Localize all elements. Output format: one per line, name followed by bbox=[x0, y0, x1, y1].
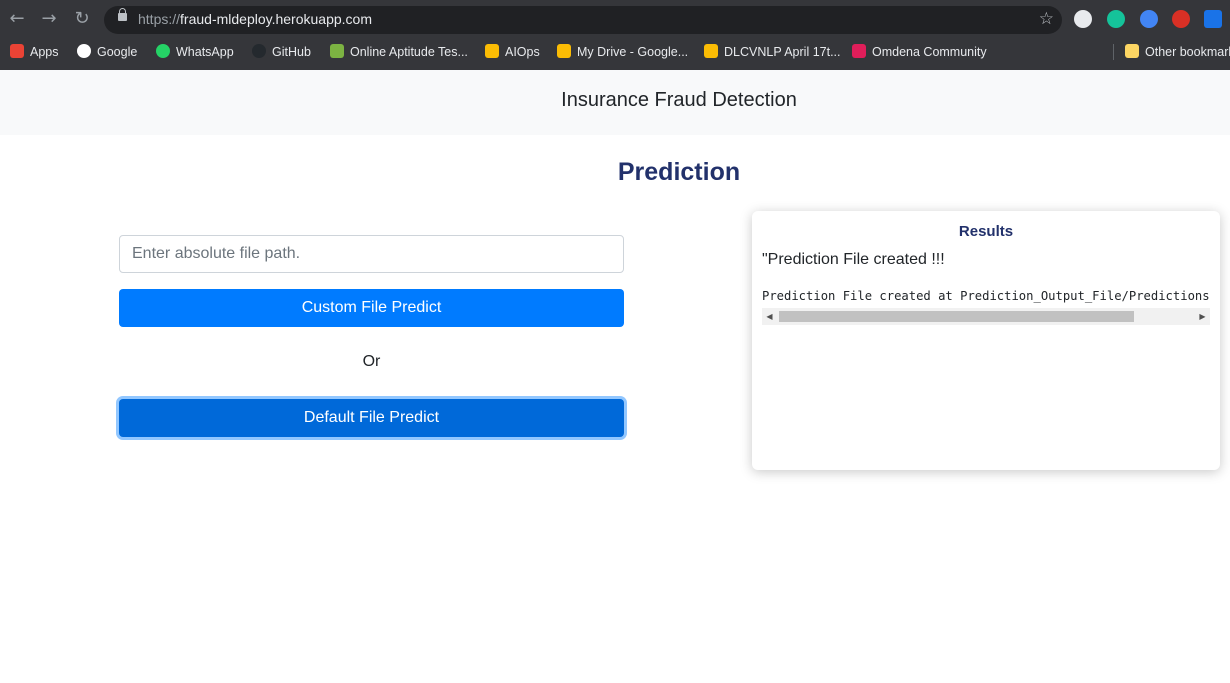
google-icon bbox=[77, 44, 91, 58]
extension-record-icon[interactable] bbox=[1172, 10, 1190, 28]
bookmark-star-icon[interactable]: ☆ bbox=[1039, 9, 1054, 29]
github-icon bbox=[252, 44, 266, 58]
bookmark-dlcvnlp[interactable]: DLCVNLP April 17t... bbox=[704, 44, 841, 59]
results-message: "Prediction File created !!! bbox=[762, 251, 945, 268]
bookmark-github[interactable]: GitHub bbox=[252, 44, 311, 59]
navbar-title: Insurance Fraud Detection bbox=[561, 89, 797, 111]
bookmark-whatsapp[interactable]: WhatsApp bbox=[156, 44, 234, 59]
google-drive-icon bbox=[704, 44, 718, 58]
leaf-icon bbox=[330, 44, 344, 58]
bookmark-separator bbox=[1113, 44, 1114, 60]
google-drive-icon bbox=[557, 44, 571, 58]
translate-icon[interactable] bbox=[1204, 10, 1222, 28]
bookmark-my-drive[interactable]: My Drive - Google... bbox=[557, 44, 688, 59]
folder-icon bbox=[1125, 44, 1139, 58]
page-heading: Prediction bbox=[617, 158, 741, 186]
slack-icon bbox=[852, 44, 866, 58]
profile-avatar-icon[interactable] bbox=[1074, 10, 1092, 28]
google-drive-icon bbox=[485, 44, 499, 58]
horizontal-scrollbar[interactable]: ◀ ▶ bbox=[762, 308, 1210, 325]
extension-icon[interactable] bbox=[1140, 10, 1158, 28]
results-output-block[interactable]: Prediction File created at Prediction_Ou… bbox=[762, 289, 1210, 329]
forward-arrow-icon[interactable]: → bbox=[38, 8, 60, 30]
lock-icon bbox=[118, 8, 127, 21]
bookmark-omdena[interactable]: Omdena Community bbox=[852, 44, 987, 59]
scroll-left-arrow-icon[interactable]: ◀ bbox=[762, 308, 777, 325]
apps-grid-icon bbox=[10, 44, 24, 58]
grammarly-icon[interactable] bbox=[1107, 10, 1125, 28]
bookmarks-bar: Apps Google WhatsApp GitHub Online Aptit… bbox=[0, 40, 1230, 64]
bookmark-apps[interactable]: Apps bbox=[10, 44, 59, 59]
back-arrow-icon[interactable]: ← bbox=[6, 8, 28, 30]
bookmark-other[interactable]: Other bookmarks bbox=[1125, 44, 1230, 59]
bookmark-online-aptitude[interactable]: Online Aptitude Tes... bbox=[330, 44, 468, 59]
bookmark-aiops[interactable]: AIOps bbox=[485, 44, 540, 59]
file-path-input[interactable] bbox=[119, 235, 624, 273]
url-text[interactable]: https://fraud-mldeploy.herokuapp.com bbox=[138, 11, 372, 27]
scroll-right-arrow-icon[interactable]: ▶ bbox=[1195, 308, 1210, 325]
results-output-text: Prediction File created at Prediction_Ou… bbox=[762, 289, 1210, 303]
or-separator-text: Or bbox=[362, 353, 381, 370]
scrollbar-thumb[interactable] bbox=[779, 311, 1134, 322]
results-card: Results "Prediction File created !!! Pre… bbox=[752, 211, 1220, 470]
default-file-predict-button[interactable]: Default File Predict bbox=[119, 399, 624, 437]
bookmark-google[interactable]: Google bbox=[77, 44, 137, 59]
custom-file-predict-button[interactable]: Custom File Predict bbox=[119, 289, 624, 327]
reload-icon[interactable]: ↻ bbox=[71, 8, 93, 30]
navbar: Insurance Fraud Detection bbox=[0, 70, 1230, 135]
address-bar[interactable]: https://fraud-mldeploy.herokuapp.com ☆ bbox=[104, 6, 1062, 34]
results-title: Results bbox=[958, 223, 1014, 240]
browser-chrome: ← → ↻ https://fraud-mldeploy.herokuapp.c… bbox=[0, 0, 1230, 70]
whatsapp-icon bbox=[156, 44, 170, 58]
